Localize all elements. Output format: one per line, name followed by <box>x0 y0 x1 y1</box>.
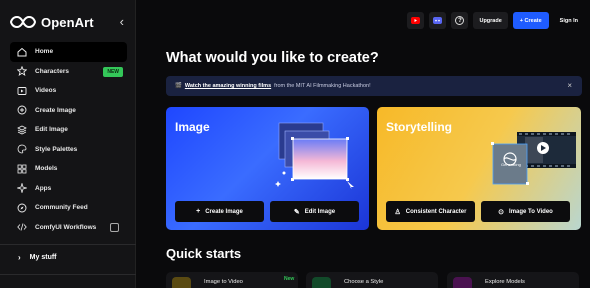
models-icon <box>453 277 472 288</box>
quick-start-explore-models[interactable]: Explore Models <box>447 272 579 288</box>
youtube-button[interactable] <box>407 12 425 29</box>
top-bar: ? Upgrade + Create Sign In <box>407 12 584 29</box>
image-illustration <box>275 122 354 189</box>
sidebar-item-label: Edit Image <box>35 126 68 134</box>
star-icon <box>17 66 27 77</box>
video-icon <box>172 277 191 288</box>
generating-label: Generating <box>501 162 521 167</box>
chevron-right-icon: › <box>18 253 21 262</box>
sidebar-item-style-palettes[interactable]: Style Palettes <box>10 140 127 160</box>
sparkle-icon <box>17 183 27 194</box>
brand-logo[interactable]: OpenArt ‹ <box>10 12 128 32</box>
sidebar-item-community-feed[interactable]: Community Feed <box>10 198 127 218</box>
sidebar-item-create-image[interactable]: Create Image <box>10 101 127 121</box>
sidebar-item-label: Style Palettes <box>35 145 78 153</box>
sidebar-item-label: Create Image <box>35 106 76 114</box>
new-badge: NEW <box>103 66 123 77</box>
compass-icon <box>17 203 27 213</box>
sign-in-button[interactable]: Sign In <box>553 12 584 29</box>
banner-link[interactable]: Watch the amazing winning films <box>185 83 271 89</box>
create-button[interactable]: + Create <box>512 12 549 29</box>
sidebar-item-edit-image[interactable]: Edit Image <box>10 120 127 140</box>
banner-text: from the MIT AI Filmmaking Hackathon! <box>274 83 371 89</box>
grid-icon <box>17 164 27 174</box>
sidebar-item-label: Videos <box>35 87 57 95</box>
sidebar-item-videos[interactable]: Videos <box>10 81 127 101</box>
announcement-banner: 🎬 Watch the amazing winning films from t… <box>166 76 582 96</box>
code-icon <box>17 222 27 232</box>
sidebar-item-label: Apps <box>35 184 52 192</box>
brand-name: OpenArt <box>41 14 94 30</box>
quick-start-label: Explore Models <box>485 279 525 285</box>
storytelling-card[interactable]: Storytelling Generating ♙ Consistent Cha… <box>377 107 581 230</box>
upgrade-button[interactable]: Upgrade <box>473 12 508 29</box>
button-label: Create Image <box>205 208 243 215</box>
plus-icon: + <box>196 208 201 215</box>
sidebar-item-label: Community Feed <box>35 204 88 212</box>
openart-logo-icon <box>10 15 36 29</box>
button-label: Consistent Character <box>405 208 467 215</box>
help-icon: ? <box>455 16 465 25</box>
discord-icon <box>433 17 443 24</box>
quick-start-label: Image to Video <box>204 279 243 285</box>
home-icon <box>17 47 27 57</box>
quick-start-label: Choose a Style <box>344 279 384 285</box>
pencil-icon: ✎ <box>293 208 300 216</box>
sidebar-item-label: Characters <box>35 67 69 75</box>
sidebar-item-home[interactable]: Home <box>10 42 127 62</box>
edit-image-button[interactable]: ✎ Edit Image <box>270 201 359 222</box>
sidebar-item-models[interactable]: Models <box>10 159 127 179</box>
page-title: What would you like to create? <box>166 50 379 66</box>
quick-starts-heading: Quick starts <box>166 246 242 261</box>
consistent-character-button[interactable]: ♙ Consistent Character <box>386 201 475 222</box>
create-image-button[interactable]: + Create Image <box>175 201 264 222</box>
my-stuff-toggle[interactable]: › My stuff <box>18 253 57 262</box>
clapper-icon: 🎬 <box>175 83 182 89</box>
style-icon <box>312 277 331 288</box>
sidebar-item-label: Home <box>35 48 54 56</box>
play-circle-icon: ⊙ <box>498 208 505 216</box>
sidebar-nav: Home Characters NEW Videos Create Image … <box>10 42 127 237</box>
card-title: Image <box>175 120 210 134</box>
storytelling-illustration <box>491 132 576 185</box>
image-card[interactable]: Image + Create Image ✎ Edit Image <box>166 107 369 230</box>
sidebar-item-label: ComfyUI Workflows <box>35 223 97 231</box>
story-card-actions: ♙ Consistent Character ⊙ Image To Video <box>386 201 570 222</box>
quick-start-choose-style[interactable]: Choose a Style <box>306 272 438 288</box>
plus-circle-icon <box>17 105 27 115</box>
sidebar: OpenArt ‹ Home Characters NEW Videos Cre… <box>0 0 136 288</box>
sidebar-item-comfyui-workflows[interactable]: ComfyUI Workflows <box>10 218 127 238</box>
collapse-sidebar-button[interactable]: ‹ <box>120 14 124 29</box>
video-icon <box>17 86 27 96</box>
external-link-icon[interactable] <box>110 222 119 232</box>
palette-icon <box>17 144 27 154</box>
discord-button[interactable] <box>429 12 447 29</box>
card-title: Storytelling <box>386 120 453 134</box>
image-card-actions: + Create Image ✎ Edit Image <box>175 201 359 222</box>
youtube-icon <box>411 17 421 24</box>
quick-start-image-to-video[interactable]: Image to Video New <box>166 272 298 288</box>
sidebar-divider <box>0 274 136 275</box>
my-stuff-label: My stuff <box>29 254 57 261</box>
sidebar-item-apps[interactable]: Apps <box>10 179 127 199</box>
layers-icon <box>17 125 27 135</box>
button-label: Image To Video <box>509 208 553 215</box>
sidebar-item-label: Models <box>35 165 58 173</box>
help-button[interactable]: ? <box>451 12 469 29</box>
sidebar-divider <box>0 244 136 245</box>
sidebar-item-characters[interactable]: Characters NEW <box>10 62 127 82</box>
new-badge: New <box>284 276 295 282</box>
character-icon: ♙ <box>394 208 401 216</box>
banner-close-button[interactable]: × <box>567 81 572 90</box>
image-to-video-button[interactable]: ⊙ Image To Video <box>481 201 570 222</box>
button-label: Edit Image <box>304 208 336 215</box>
